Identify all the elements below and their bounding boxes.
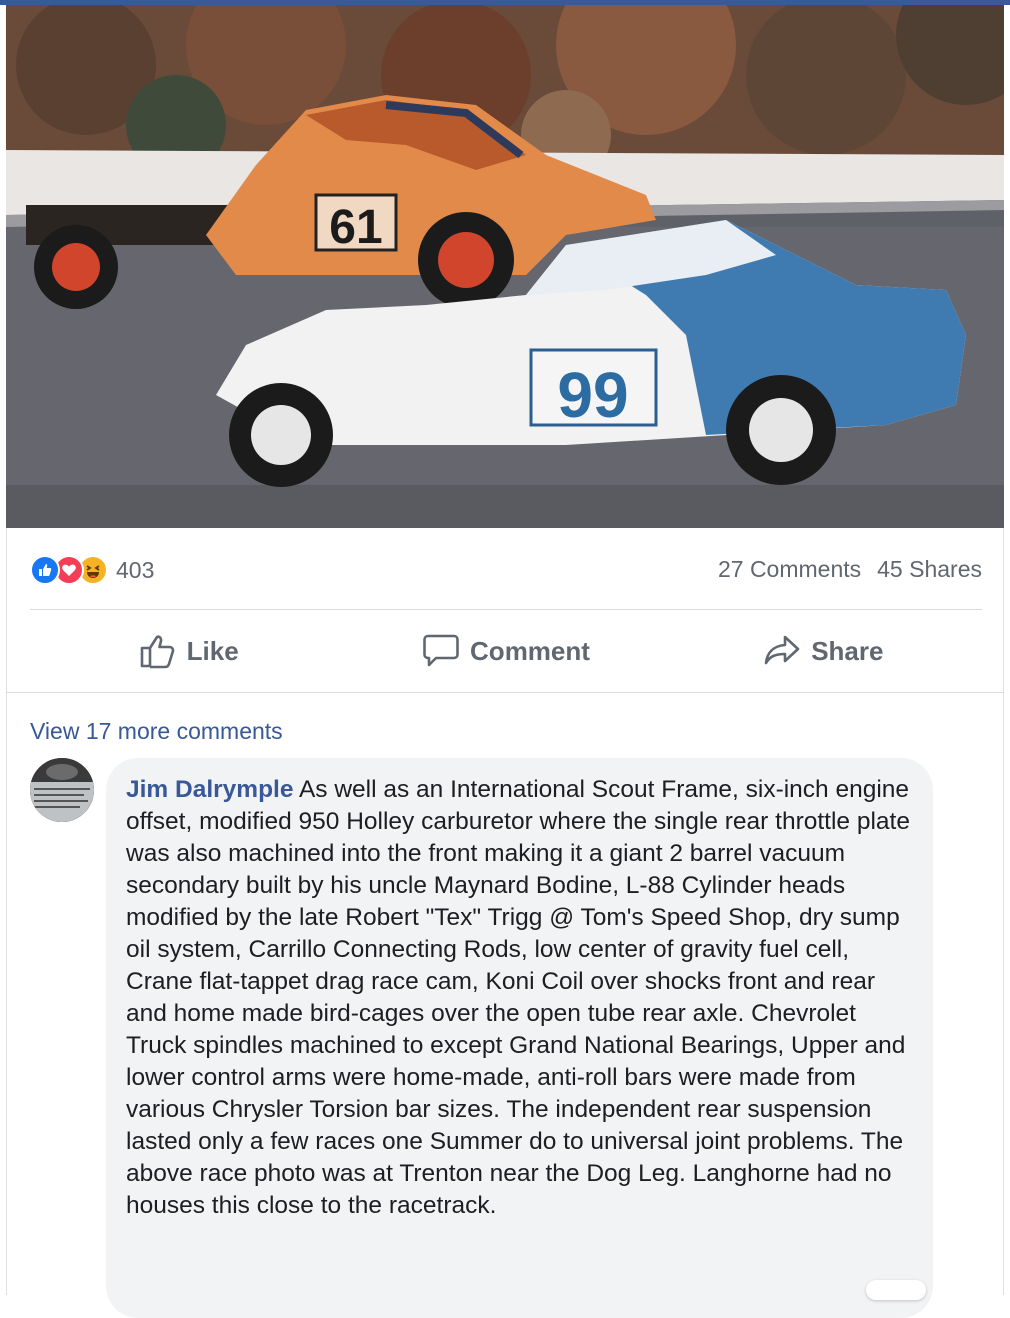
view-more-comments-link[interactable]: View 17 more comments	[30, 718, 283, 745]
comment-bubble: Jim Dalrymple As well as an Internationa…	[106, 758, 933, 1318]
like-button-label: Like	[186, 635, 239, 666]
avatar[interactable]	[30, 758, 94, 822]
post-stats: 403 27 Comments 45 Shares	[30, 550, 982, 590]
reactions-summary[interactable]: 403	[30, 554, 154, 586]
comment-reaction-badge[interactable]	[866, 1280, 926, 1300]
thumbs-up-icon	[139, 633, 177, 669]
comment-text: As well as an International Scout Frame,…	[126, 776, 910, 1219]
share-arrow-icon	[763, 633, 801, 669]
comment-body: Jim Dalrymple As well as an Internationa…	[126, 774, 913, 1222]
like-button[interactable]: Like	[30, 620, 347, 682]
like-reaction-icon	[30, 555, 60, 585]
post-photo[interactable]: 61 99	[6, 5, 1004, 528]
comment-button[interactable]: Comment	[347, 620, 664, 682]
comments-count-link[interactable]: 27 Comments	[718, 556, 861, 583]
share-button-label: Share	[811, 635, 884, 666]
car-99-number: 99	[557, 359, 628, 431]
stats-divider	[30, 609, 982, 610]
speech-bubble-icon	[422, 633, 460, 669]
shares-count-link[interactable]: 45 Shares	[877, 556, 982, 583]
comment-author-link[interactable]: Jim Dalrymple	[126, 776, 294, 803]
share-button[interactable]: Share	[665, 620, 982, 682]
comment-button-label: Comment	[470, 635, 590, 666]
reaction-count[interactable]: 403	[116, 557, 154, 584]
post-actions-bar: Like Comment Share	[30, 620, 982, 682]
car-61-number: 61	[329, 201, 382, 254]
